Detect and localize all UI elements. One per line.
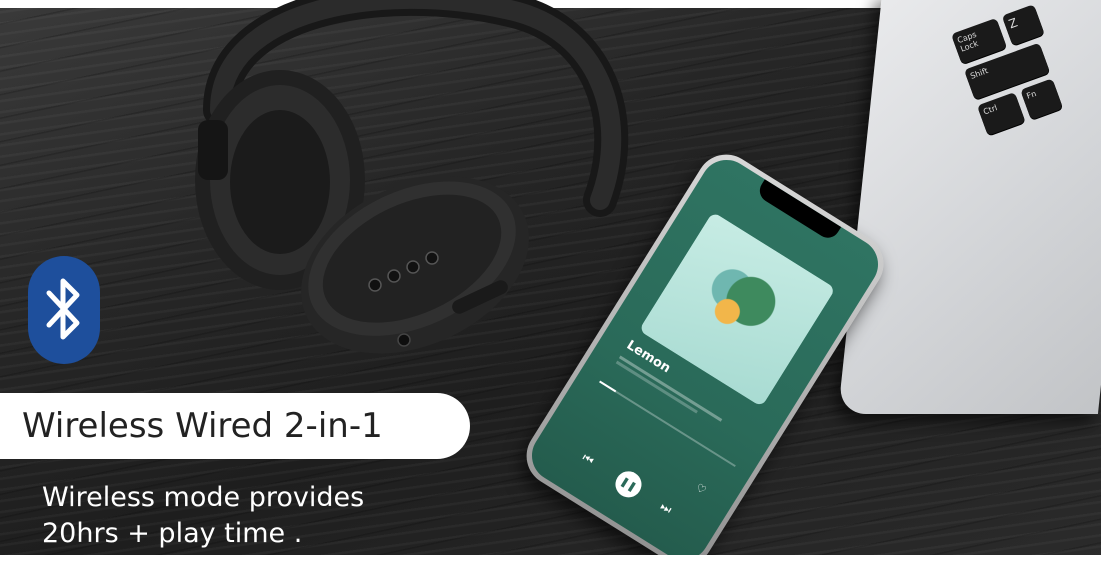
album-art: [638, 211, 836, 408]
next-icon[interactable]: ⏭: [657, 499, 675, 517]
pause-icon[interactable]: ❚❚: [610, 466, 647, 503]
description-line-1: Wireless mode provides: [42, 482, 365, 513]
headline-pill: Wireless Wired 2-in-1: [0, 393, 470, 459]
product-banner: Caps Lock Z Shift Ctrl Fn Lemon ⏮ ❚❚ ⏭ ♡…: [0, 0, 1101, 561]
heart-icon[interactable]: ♡: [693, 481, 708, 497]
key-z: Z: [1001, 4, 1045, 46]
headphone-button-icon: [368, 278, 382, 292]
description-line-2: 20hrs + play time .: [42, 518, 303, 549]
bluetooth-badge: [28, 256, 100, 364]
phone-notch: [755, 179, 842, 243]
key-fn: Fn: [1020, 78, 1064, 121]
bottom-border: [0, 555, 1101, 561]
headphones: [195, 0, 629, 354]
previous-icon[interactable]: ⏮: [579, 450, 597, 468]
bluetooth-icon: [46, 278, 80, 340]
key-ctrl: Ctrl: [976, 92, 1026, 136]
headline: Wireless Wired 2-in-1: [22, 406, 383, 446]
